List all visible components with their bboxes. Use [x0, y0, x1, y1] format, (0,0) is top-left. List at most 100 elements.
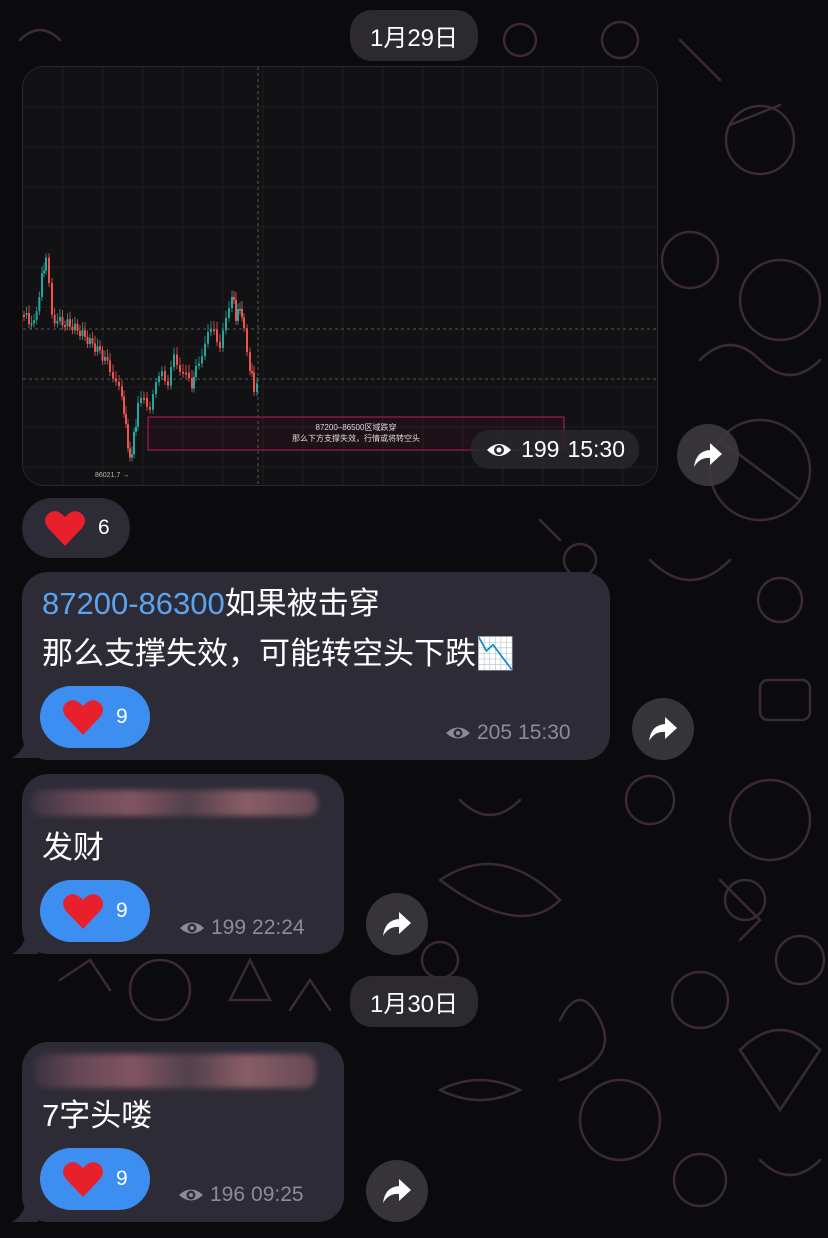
- candle-body: [179, 365, 181, 372]
- candle-body: [158, 376, 160, 383]
- candle-body: [89, 338, 91, 345]
- candle-body: [241, 308, 243, 318]
- redacted-reply-header: [34, 1054, 316, 1088]
- candle-body: [133, 432, 135, 455]
- message-text: 如果被击穿: [224, 586, 380, 621]
- candle-body: [123, 396, 125, 414]
- forward-button[interactable]: [677, 424, 739, 486]
- heart-icon: [45, 511, 85, 546]
- view-count: 196: [210, 1183, 246, 1206]
- candle-body: [69, 319, 71, 327]
- date-label: 1月30日: [369, 991, 459, 1018]
- candle-body: [91, 338, 94, 344]
- candle-body: [23, 315, 25, 317]
- candle-body: [233, 296, 235, 300]
- reaction-count: 6: [98, 516, 110, 539]
- candle-body: [167, 381, 169, 386]
- candle-body: [249, 352, 251, 371]
- message-meta: 196 09:25: [178, 1183, 304, 1207]
- candle-body: [125, 413, 127, 425]
- candle-body: [86, 336, 89, 345]
- reaction-heart[interactable]: 9: [40, 686, 150, 748]
- candle-body: [256, 383, 258, 392]
- forward-button[interactable]: [366, 893, 428, 955]
- candle-body: [246, 328, 248, 353]
- candle-body: [213, 329, 215, 332]
- candle-body: [121, 386, 123, 397]
- candle-body: [109, 360, 111, 372]
- candle-body: [118, 381, 120, 387]
- eye-icon: [487, 443, 512, 456]
- candle-body: [188, 372, 190, 379]
- candle-body: [146, 398, 148, 407]
- candle-body: [101, 350, 104, 361]
- share-arrow-icon: [383, 912, 411, 936]
- candle-body: [137, 402, 139, 427]
- candle-body: [84, 330, 86, 337]
- candle-body: [53, 314, 56, 324]
- date-separator: 1月30日: [349, 976, 479, 1027]
- candle-body: [225, 317, 227, 331]
- candle-body: [45, 257, 47, 271]
- share-arrow-icon: [694, 443, 722, 467]
- candle-body: [216, 329, 218, 342]
- candle-body: [74, 323, 76, 331]
- candle-body: [193, 376, 195, 389]
- message-text: 7字头喽: [42, 1098, 153, 1133]
- chart-image-message[interactable]: 87200–86500区域跌穿 那么下方支撑失效，行情或将转空头 86021.7…: [22, 66, 658, 486]
- candle-body: [61, 317, 64, 326]
- date-separator: 1月29日: [349, 10, 479, 61]
- candle-body: [251, 370, 253, 373]
- message-line-2: 那么支撑失效，可能转空头下跌📉: [42, 636, 515, 671]
- candle-body: [43, 270, 45, 274]
- candle-body: [198, 363, 200, 366]
- reaction-heart[interactable]: 6: [22, 498, 130, 558]
- candle-body: [222, 330, 224, 348]
- candle-body: [48, 257, 50, 284]
- message-meta: 199 22:24: [179, 916, 305, 940]
- candle-body: [237, 309, 239, 321]
- reaction-heart[interactable]: 9: [40, 880, 150, 942]
- candle-body: [96, 346, 99, 352]
- reaction-heart[interactable]: 9: [40, 1148, 150, 1210]
- candle-body: [235, 299, 237, 321]
- candle-body: [64, 325, 66, 328]
- candle-body: [204, 343, 206, 357]
- timestamp: 22:24: [252, 916, 305, 939]
- candle-body: [94, 343, 96, 352]
- timestamp: 09:25: [251, 1183, 304, 1206]
- candle-body: [131, 454, 133, 458]
- candle-body: [170, 367, 172, 386]
- candle-body: [66, 319, 69, 327]
- candle-body: [185, 372, 187, 375]
- image-meta: 199 15:30: [471, 430, 639, 469]
- candle-body: [81, 330, 84, 337]
- candle-body: [106, 356, 109, 361]
- price-range-link[interactable]: 87200-86300: [42, 586, 225, 621]
- candle-body: [201, 356, 203, 364]
- candle-body: [99, 346, 101, 351]
- timestamp: 15:30: [567, 436, 625, 462]
- candle-body: [41, 273, 43, 298]
- candle-body: [210, 329, 212, 333]
- eye-icon: [180, 922, 204, 934]
- forward-button[interactable]: [632, 698, 694, 760]
- candle-body: [30, 323, 33, 326]
- view-count: 199: [211, 916, 247, 939]
- candle-body: [161, 371, 163, 377]
- zone-label-line2: 那么下方支撑失效，行情或将转空头: [292, 433, 420, 443]
- forward-button[interactable]: [366, 1160, 428, 1222]
- candle-body: [243, 317, 245, 329]
- redacted-reply-header: [30, 790, 318, 816]
- candle-body: [129, 448, 131, 458]
- candle-body: [135, 426, 137, 433]
- eye-icon: [446, 727, 470, 739]
- candle-body: [228, 308, 230, 318]
- share-arrow-icon: [649, 717, 677, 741]
- candle-body: [231, 296, 233, 309]
- zone-label-line1: 87200–86500区域跌穿: [316, 422, 397, 432]
- share-arrow-icon: [383, 1179, 411, 1203]
- candle-body: [164, 371, 166, 382]
- candle-body: [195, 365, 197, 377]
- message-meta: 205 15:30: [445, 721, 571, 745]
